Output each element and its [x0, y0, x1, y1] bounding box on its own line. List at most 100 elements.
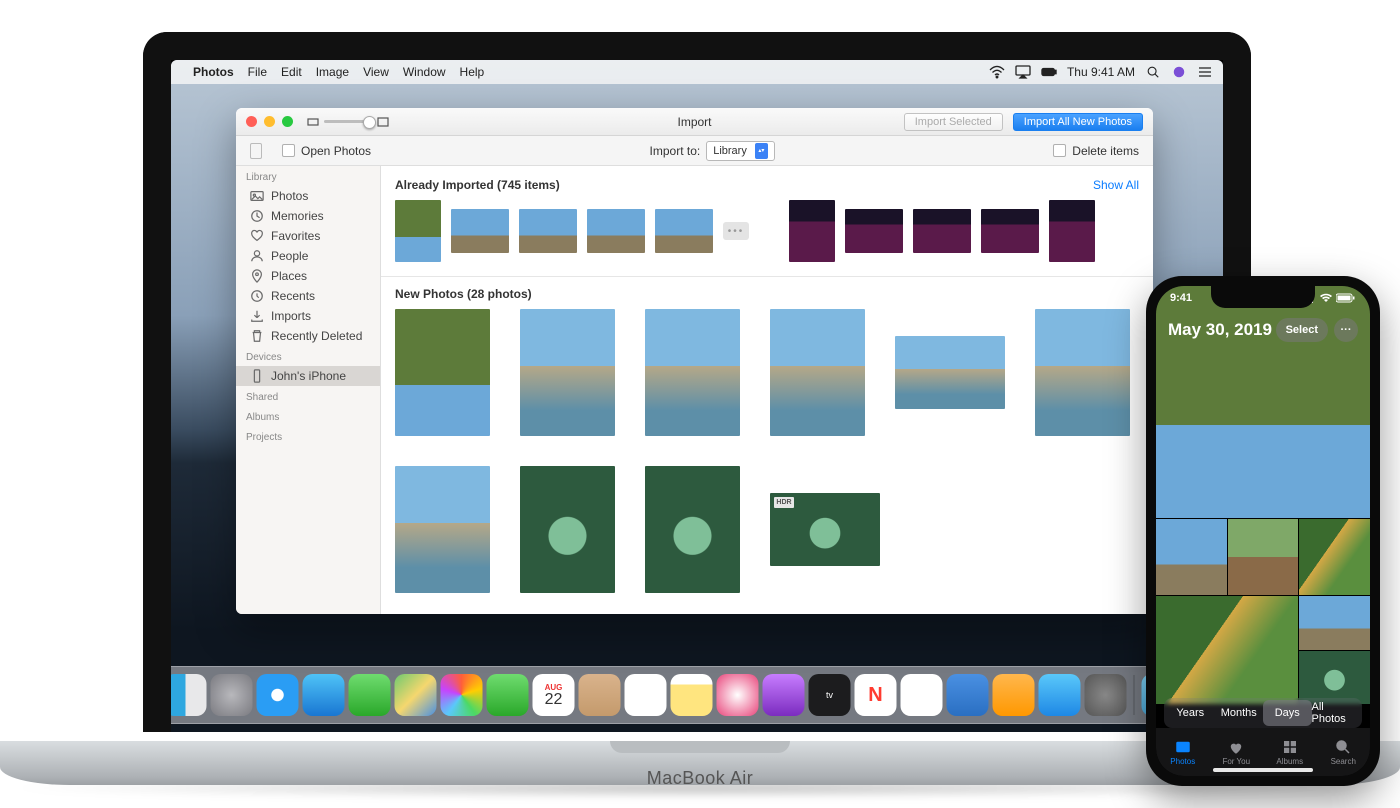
dock-safari[interactable]: [257, 674, 299, 716]
dock-photos[interactable]: [441, 674, 483, 716]
sidebar-item-photos[interactable]: Photos: [236, 186, 380, 206]
imported-thumb[interactable]: [1049, 200, 1095, 262]
tab-photos[interactable]: Photos: [1156, 728, 1210, 776]
dock-keynote[interactable]: [947, 674, 989, 716]
dock-appstore[interactable]: [1039, 674, 1081, 716]
segment-days[interactable]: Days: [1263, 700, 1312, 726]
tab-search[interactable]: Search: [1317, 728, 1371, 776]
imported-thumb[interactable]: [789, 200, 835, 262]
delete-items-checkbox[interactable]: Delete items: [1053, 144, 1139, 158]
new-photo-thumb[interactable]: [520, 309, 615, 436]
menu-file[interactable]: File: [248, 65, 267, 79]
sidebar-item-memories[interactable]: Memories: [236, 206, 380, 226]
new-photo-thumb[interactable]: [395, 466, 490, 593]
menu-help[interactable]: Help: [460, 65, 485, 79]
segment-years[interactable]: Years: [1166, 700, 1215, 726]
sidebar-item-recently-deleted[interactable]: Recently Deleted: [236, 326, 380, 346]
dock-finder[interactable]: [171, 674, 207, 716]
dock-notes[interactable]: [671, 674, 713, 716]
imported-thumb[interactable]: [587, 209, 645, 253]
grid-photo[interactable]: [1299, 651, 1370, 705]
new-photo-thumb[interactable]: [645, 466, 740, 593]
dock-pages[interactable]: [993, 674, 1035, 716]
open-photos-checkbox[interactable]: Open Photos: [282, 144, 371, 158]
new-photo-thumb[interactable]: [770, 309, 865, 436]
imported-thumb[interactable]: [845, 209, 903, 253]
dock-maps[interactable]: [395, 674, 437, 716]
sidebar-item-device[interactable]: John's iPhone: [236, 366, 380, 386]
dock-settings[interactable]: [1085, 674, 1127, 716]
spotlight-icon[interactable]: [1145, 65, 1161, 79]
grid-photo[interactable]: [1299, 596, 1370, 650]
menu-edit[interactable]: Edit: [281, 65, 302, 79]
dock-reminders[interactable]: [625, 674, 667, 716]
battery-icon[interactable]: [1041, 65, 1057, 79]
already-imported-header: Already Imported (745 items): [395, 178, 560, 192]
wifi-icon[interactable]: [989, 65, 1005, 79]
show-all-link[interactable]: Show All: [1093, 178, 1139, 192]
dock-numbers[interactable]: [901, 674, 943, 716]
sidebar-header-projects[interactable]: Projects: [236, 426, 380, 446]
select-button[interactable]: Select: [1276, 318, 1328, 342]
menu-app[interactable]: Photos: [193, 65, 234, 79]
dock-messages[interactable]: [349, 674, 391, 716]
sidebar-item-favorites[interactable]: Favorites: [236, 226, 380, 246]
menu-view[interactable]: View: [363, 65, 389, 79]
more-indicator: •••: [723, 222, 749, 240]
more-button[interactable]: ···: [1334, 318, 1358, 342]
zoom-slider[interactable]: [307, 117, 389, 127]
iphone-segments: Years Months Days All Photos: [1164, 698, 1362, 728]
new-photo-thumb[interactable]: [895, 336, 1005, 409]
new-photo-thumb[interactable]: [1035, 309, 1130, 436]
segment-all-photos[interactable]: All Photos: [1312, 700, 1361, 726]
imported-thumb[interactable]: [451, 209, 509, 253]
menu-image[interactable]: Image: [316, 65, 349, 79]
already-imported-thumbs: •••: [395, 200, 1139, 262]
imported-thumb[interactable]: [981, 209, 1039, 253]
home-indicator[interactable]: [1213, 768, 1313, 772]
imported-thumb[interactable]: [519, 209, 577, 253]
siri-icon[interactable]: [1171, 65, 1187, 79]
dock-podcasts[interactable]: [763, 674, 805, 716]
iphone: 9:41 May 30, 2019 Select ··· Years Month…: [1146, 276, 1380, 786]
import-to-label: Import to:: [650, 144, 701, 158]
grid-photo[interactable]: [1299, 519, 1370, 595]
dock-contacts[interactable]: [579, 674, 621, 716]
iphone-photos-header: May 30, 2019 Select ···: [1168, 318, 1358, 342]
menubar-clock[interactable]: Thu 9:41 AM: [1067, 65, 1135, 79]
sidebar-item-people[interactable]: People: [236, 246, 380, 266]
dock-news[interactable]: N: [855, 674, 897, 716]
dock-music[interactable]: [717, 674, 759, 716]
sidebar-header-library: Library: [236, 166, 380, 186]
dock-mail[interactable]: [303, 674, 345, 716]
minimize-button[interactable]: [264, 116, 275, 127]
new-photo-thumb[interactable]: [395, 309, 490, 436]
notification-center-icon[interactable]: [1197, 65, 1213, 79]
sidebar-item-imports[interactable]: Imports: [236, 306, 380, 326]
dock-calendar[interactable]: AUG22: [533, 674, 575, 716]
new-photo-thumb[interactable]: [520, 466, 615, 593]
sidebar-header-albums[interactable]: Albums: [236, 406, 380, 426]
menu-window[interactable]: Window: [403, 65, 446, 79]
airplay-icon[interactable]: [1015, 65, 1031, 79]
import-to-select[interactable]: Library▴▾: [706, 141, 775, 161]
segment-months[interactable]: Months: [1215, 700, 1264, 726]
grid-photo[interactable]: [1156, 519, 1227, 595]
grid-photo[interactable]: [1156, 596, 1298, 704]
imported-thumb[interactable]: [913, 209, 971, 253]
dock-tv[interactable]: tv: [809, 674, 851, 716]
sidebar-item-recents[interactable]: Recents: [236, 286, 380, 306]
imported-thumb[interactable]: [655, 209, 713, 253]
imported-thumb[interactable]: [395, 200, 441, 262]
import-all-button[interactable]: Import All New Photos: [1013, 113, 1143, 131]
sidebar-item-places[interactable]: Places: [236, 266, 380, 286]
new-photo-thumb[interactable]: [645, 309, 740, 436]
import-selected-button[interactable]: Import Selected: [904, 113, 1003, 131]
grid-photo[interactable]: [1228, 519, 1299, 595]
close-button[interactable]: [246, 116, 257, 127]
dock-launchpad[interactable]: [211, 674, 253, 716]
zoom-button[interactable]: [282, 116, 293, 127]
dock-facetime[interactable]: [487, 674, 529, 716]
sidebar-header-shared[interactable]: Shared: [236, 386, 380, 406]
new-photo-thumb[interactable]: HDR: [770, 493, 880, 566]
